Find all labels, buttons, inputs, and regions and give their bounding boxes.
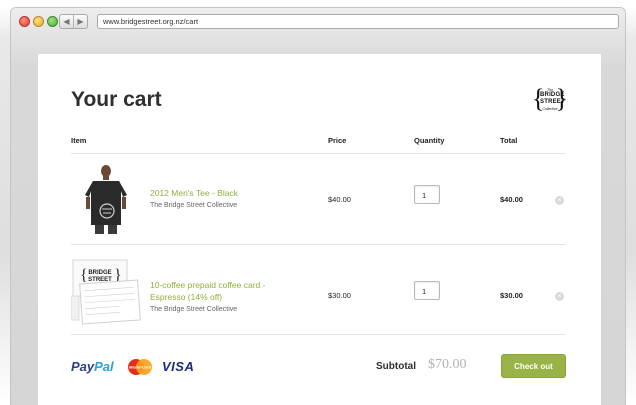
subtotal-value: $70.00 <box>428 357 467 372</box>
remove-item-icon[interactable]: × <box>555 196 564 205</box>
remove-item-icon[interactable]: × <box>555 292 564 301</box>
line-total: $30.00 <box>500 291 523 300</box>
unit-price: $40.00 <box>328 195 351 204</box>
checkout-button[interactable]: Check out <box>501 354 566 378</box>
coffee-card-image[interactable]: BRIDGE STREET { } <box>71 256 141 328</box>
cart-row: 2012 Men's Tee - Black The Bridge Street… <box>38 154 601 244</box>
header-quantity: Quantity <box>414 136 445 145</box>
browser-window: ◀ ▶ www.bridgestreet.org.nz/cart Your ca… <box>11 8 625 405</box>
svg-text:{: { <box>80 267 88 284</box>
quantity-input[interactable]: 1 <box>414 185 440 204</box>
visa-logo: VISA <box>162 359 195 374</box>
product-vendor: The Bridge Street Collective <box>150 306 238 313</box>
unit-price: $30.00 <box>328 291 351 300</box>
mastercard-logo: MasterCard <box>128 359 152 375</box>
browser-toolbar: ◀ ▶ www.bridgestreet.org.nz/cart <box>11 8 625 36</box>
logo-brace-right: } <box>555 84 568 113</box>
paypal-logo: PayPal <box>71 359 114 374</box>
line-total: $40.00 <box>500 195 523 204</box>
bridge-street-logo[interactable]: { The BRIDGE STREET Collective } <box>532 84 568 115</box>
forward-button[interactable]: ▶ <box>74 15 87 28</box>
close-window-button[interactable] <box>19 16 30 27</box>
product-name-link[interactable]: 2012 Men's Tee - Black <box>150 187 238 199</box>
product-name-link[interactable]: 10-coffee prepaid coffee card - Espresso… <box>150 279 290 303</box>
page-title: Your cart <box>71 88 162 111</box>
maximize-window-button[interactable] <box>47 16 58 27</box>
svg-text:BRIDGE: BRIDGE <box>88 270 111 276</box>
back-button[interactable]: ◀ <box>60 15 74 28</box>
minimize-window-button[interactable] <box>33 16 44 27</box>
paypal-logo-pay: Pay <box>71 359 95 374</box>
subtotal-label: Subtotal <box>376 361 416 372</box>
nav-buttons: ◀ ▶ <box>59 14 88 29</box>
product-vendor: The Bridge Street Collective <box>150 202 238 209</box>
address-bar[interactable]: www.bridgestreet.org.nz/cart <box>97 14 619 29</box>
mastercard-text: MasterCard <box>129 365 152 370</box>
tshirt-image[interactable] <box>71 163 141 235</box>
divider <box>71 334 566 335</box>
quantity-input[interactable]: 1 <box>414 281 440 300</box>
header-price: Price <box>328 136 347 145</box>
header-item: Item <box>71 136 87 145</box>
paypal-logo-pal: Pal <box>94 359 114 374</box>
cart-page: Your cart { The BRIDGE STREET Collective… <box>38 54 601 405</box>
cart-row: BRIDGE STREET { } 10-coffee prepaid coff… <box>38 245 601 335</box>
header-total: Total <box>500 136 518 145</box>
